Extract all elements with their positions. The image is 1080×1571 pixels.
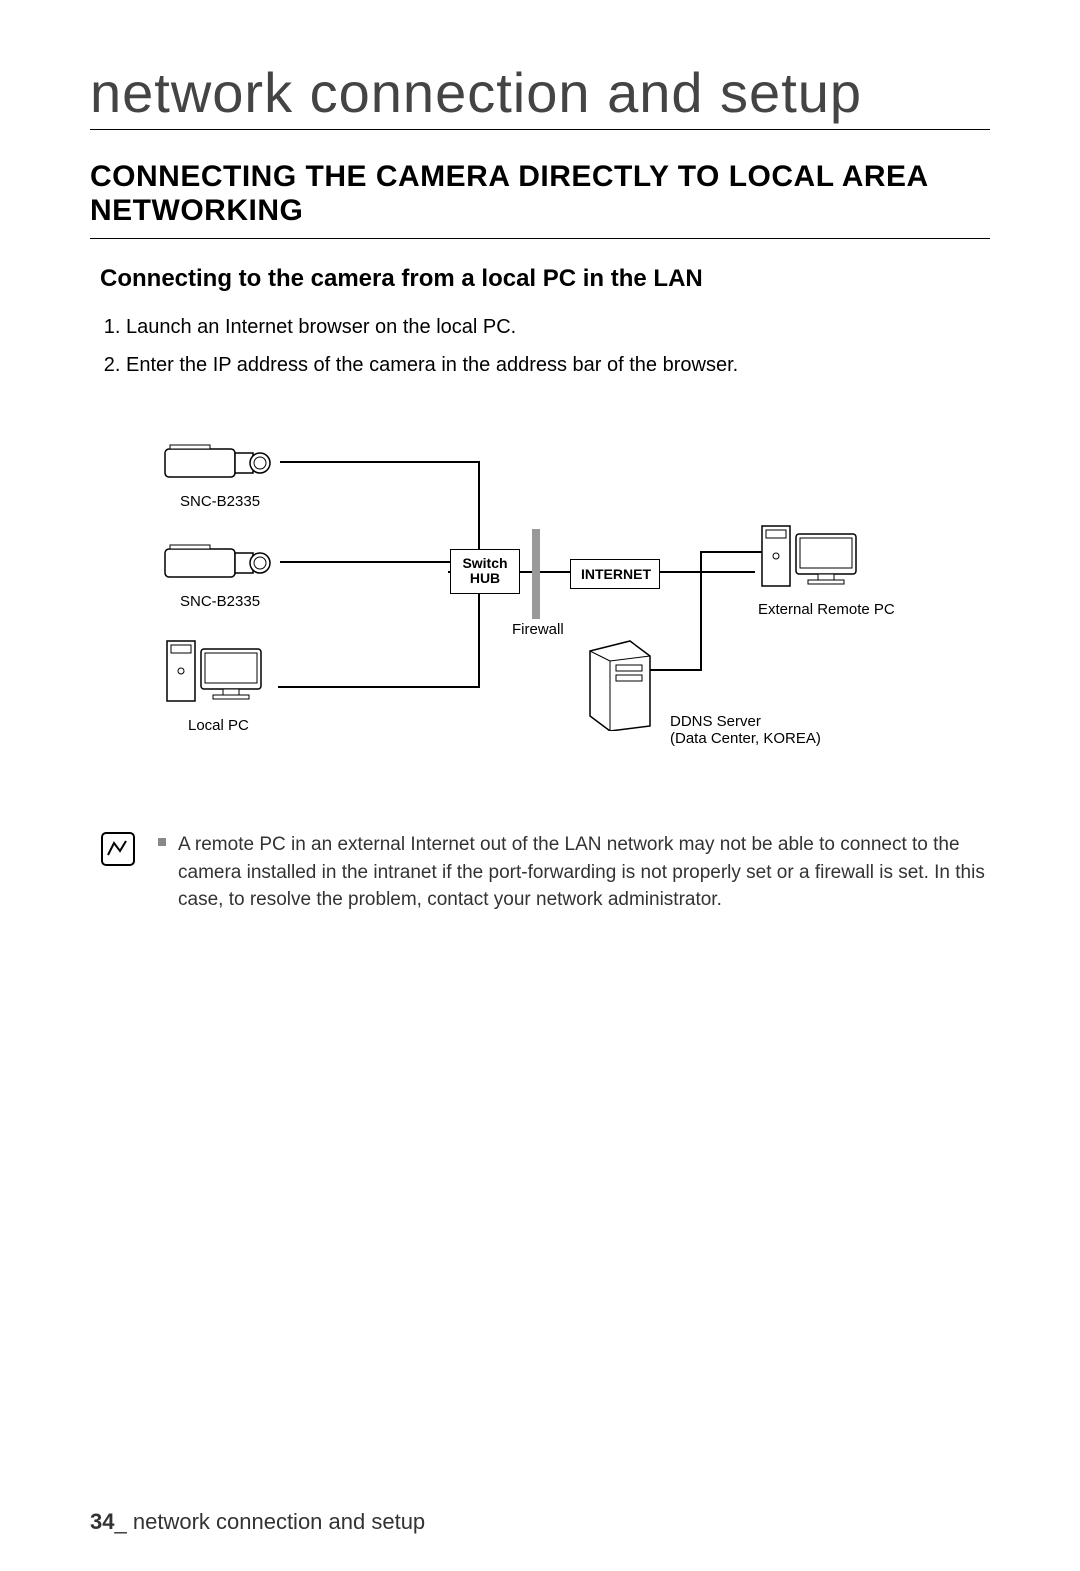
page-number: 34 <box>90 1509 114 1534</box>
server-tower-icon <box>580 631 660 731</box>
sub-heading: Connecting to the camera from a local PC… <box>100 265 990 293</box>
footer-separator: _ <box>114 1509 126 1534</box>
switch-label-1: Switch <box>462 555 507 571</box>
ddns-label-1: DDNS Server <box>670 713 761 730</box>
ddns-label: DDNS Server (Data Center, KOREA) <box>670 713 821 747</box>
switch-hub-box: Switch HUB <box>450 549 520 594</box>
camera-icon <box>160 531 280 591</box>
desktop-pc-icon <box>165 631 275 711</box>
external-pc-label: External Remote PC <box>758 601 895 618</box>
page-footer: 34_ network connection and setup <box>90 1509 425 1535</box>
step-item: Enter the IP address of the camera in th… <box>126 349 990 381</box>
camera2-label: SNC-B2335 <box>180 593 260 610</box>
step-item: Launch an Internet browser on the local … <box>126 311 990 343</box>
section-title: CONNECTING THE CAMERA DIRECTLY TO LOCAL … <box>90 160 990 239</box>
ddns-label-2: (Data Center, KOREA) <box>670 730 821 747</box>
desktop-pc-icon <box>760 516 870 596</box>
note-block: A remote PC in an external Internet out … <box>100 831 990 914</box>
step-text: Launch an Internet browser on the local … <box>126 316 516 338</box>
switch-label-2: HUB <box>470 570 500 586</box>
manual-page: network connection and setup CONNECTING … <box>0 0 1080 1571</box>
internet-label: INTERNET <box>581 566 651 582</box>
camera-icon <box>160 431 280 491</box>
camera1-label: SNC-B2335 <box>180 493 260 510</box>
firewall-bar-icon <box>532 529 540 619</box>
footer-section: network connection and setup <box>133 1509 425 1534</box>
step-text: Enter the IP address of the camera in th… <box>126 354 738 376</box>
step-list: Launch an Internet browser on the local … <box>100 311 990 381</box>
local-pc-label: Local PC <box>188 717 249 734</box>
network-diagram: SNC-B2335 SNC-B2335 Local PC Switch HUB … <box>160 421 920 801</box>
firewall-label: Firewall <box>512 621 564 638</box>
chapter-title: network connection and setup <box>90 60 990 130</box>
internet-box: INTERNET <box>570 559 660 589</box>
note-icon <box>100 831 140 872</box>
note-text: A remote PC in an external Internet out … <box>158 831 990 914</box>
